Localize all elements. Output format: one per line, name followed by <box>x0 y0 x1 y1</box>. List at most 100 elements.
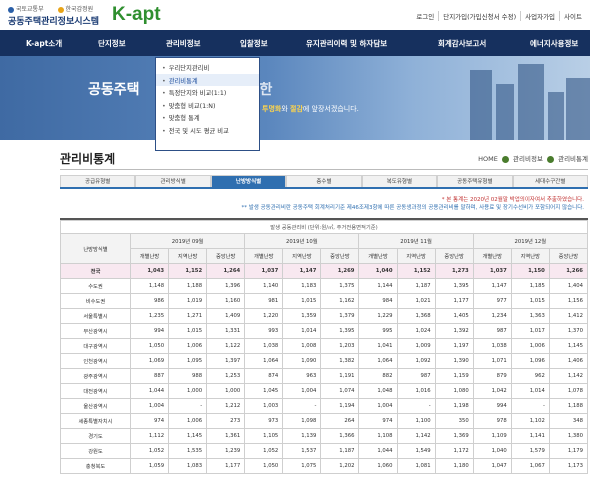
region-cell: 서울특별시 <box>60 308 131 324</box>
value-cell: 1,044 <box>358 443 398 459</box>
breadcrumb-arrow-icon <box>547 155 555 163</box>
value-cell: 1,083 <box>168 458 208 474</box>
nav-kapt-intro[interactable]: K-apt소개 <box>26 38 62 49</box>
value-cell: 1,404 <box>548 278 588 294</box>
value-cell: 1,015 <box>168 323 208 339</box>
tab-mgmt-method[interactable]: 관리방식별 <box>135 175 211 187</box>
nav-maintenance[interactable]: 유지관리이력 및 하자담보 <box>306 38 387 49</box>
tab-household-range[interactable]: 세대수구간별 <box>512 175 588 187</box>
value-cell: 1,052 <box>129 443 170 459</box>
tab-floors[interactable]: 층수별 <box>286 175 362 187</box>
value-cell: 978 <box>472 413 512 429</box>
breadcrumb-mgmt-fee[interactable]: 관리비정보 <box>513 155 543 163</box>
stats-table: 발생 공동관리비 (단위:원/㎡, 주거전용면적기준) 난방방식별 2019년 … <box>60 220 588 474</box>
value-cell: 1,156 <box>548 293 588 309</box>
value-cell: 1,019 <box>168 293 208 309</box>
nav-mgmt-fee[interactable]: 관리비정보 <box>166 38 201 49</box>
value-cell: 1,139 <box>282 428 322 444</box>
value-cell: 1,396 <box>206 278 246 294</box>
value-cell: 1,395 <box>320 323 360 339</box>
month-header: 2019년 12월 <box>472 233 588 249</box>
value-cell: 1,075 <box>282 458 322 474</box>
mgmt-fee-submenu: 우리단지관리비 관리비통계 특정단지와 비교(1:1) 맞춤형 비교(1:N) … <box>155 57 260 151</box>
value-cell: 1,006 <box>168 338 208 354</box>
value-cell: 1,363 <box>510 308 550 324</box>
region-cell: 수도권 <box>60 278 131 294</box>
value-cell: 1,040 <box>358 263 398 279</box>
region-cell: 울산광역시 <box>60 398 131 414</box>
value-cell: 1,229 <box>358 308 398 324</box>
value-cell: 1,003 <box>244 398 284 414</box>
value-cell: 1,043 <box>129 263 170 279</box>
value-cell: 994 <box>129 323 170 339</box>
value-cell: 1,406 <box>548 353 588 369</box>
building-graphic <box>518 64 544 140</box>
value-cell: 1,369 <box>434 428 474 444</box>
business-join-link[interactable]: 사업자가입 <box>520 11 559 21</box>
table-row: 비수도권 986 1,019 1,160 981 1,015 1,162 984 1,021 1,… <box>60 293 588 309</box>
value-cell: 1,202 <box>320 458 360 474</box>
brand-logo[interactable]: K-apt <box>112 4 161 26</box>
value-cell: 1,183 <box>282 278 322 294</box>
value-cell: 1,081 <box>396 458 436 474</box>
login-link[interactable]: 로그인 <box>412 11 438 21</box>
tab-heating-method[interactable]: 난방방식별 <box>210 175 287 187</box>
nav-complex-info[interactable]: 단지정보 <box>98 38 126 49</box>
value-cell: 1,048 <box>358 383 398 399</box>
value-cell: 1,150 <box>510 263 550 279</box>
value-cell: 1,380 <box>548 428 588 444</box>
heating-type-header: 중앙난방 <box>206 248 246 264</box>
value-cell: 1,273 <box>434 263 474 279</box>
region-cell: 인천광역시 <box>60 353 131 369</box>
org-logos[interactable]: 국토교통부 한국감정원 <box>8 4 105 13</box>
value-cell: 1,390 <box>434 353 474 369</box>
value-cell: 879 <box>472 368 512 384</box>
nav-energy[interactable]: 에너지사용정보 <box>530 38 578 49</box>
heating-type-header: 지역난방 <box>168 248 208 264</box>
building-graphic <box>496 84 514 140</box>
value-cell: 874 <box>244 368 284 384</box>
breadcrumb-home[interactable]: HOME <box>478 155 498 163</box>
submenu-fee-statistics[interactable]: 관리비통계 <box>156 73 259 86</box>
tab-corridor-type[interactable]: 복도유형별 <box>361 175 438 187</box>
value-cell: 1,015 <box>282 293 322 309</box>
value-cell: 1,006 <box>510 338 550 354</box>
value-cell: 1,108 <box>358 428 398 444</box>
value-cell: 1,038 <box>472 338 512 354</box>
value-cell: 1,188 <box>548 398 588 414</box>
table-row: 서울특별시 1,235 1,271 1,409 1,220 1,359 1,379 1,229… <box>60 308 588 324</box>
tab-supply-type[interactable]: 공급유형별 <box>60 175 136 187</box>
value-cell: 1,100 <box>396 413 436 429</box>
breadcrumb-fee-stats[interactable]: 관리비통계 <box>558 155 588 163</box>
value-cell: 1,071 <box>472 353 512 369</box>
value-cell: 1,064 <box>358 353 398 369</box>
value-cell: 1,145 <box>548 338 588 354</box>
nav-bid-info[interactable]: 입찰정보 <box>240 38 268 49</box>
value-cell: 1,366 <box>320 428 360 444</box>
value-cell: 981 <box>244 293 284 309</box>
nav-audit-report[interactable]: 회계감사보고서 <box>438 38 486 49</box>
value-cell: 1,037 <box>472 263 512 279</box>
value-cell: 963 <box>282 368 322 384</box>
value-cell: 1,177 <box>434 293 474 309</box>
submenu-my-complex-fee[interactable]: 우리단지관리비 <box>156 61 259 74</box>
table-row: 대구광역시 1,050 1,006 1,122 1,038 1,008 1,203 1,041… <box>60 338 588 354</box>
region-cell: 경기도 <box>60 428 131 444</box>
value-cell: 1,212 <box>206 398 246 414</box>
table-row: 울산광역시 1,004-1,212 1,003-1,194 1,004-1,198 99… <box>60 398 588 414</box>
tab-housing-type[interactable]: 공동주택유형별 <box>437 175 513 187</box>
system-name[interactable]: 공동주택관리정보시스템 <box>8 14 99 27</box>
submenu-custom-stats[interactable]: 맞춤형 통계 <box>156 111 259 124</box>
sitemap-link[interactable]: 사이트 <box>559 11 586 21</box>
submenu-compare-1to1[interactable]: 특정단지와 비교(1:1) <box>156 86 259 99</box>
submenu-compare-1toN[interactable]: 맞춤형 비교(1:N) <box>156 99 259 112</box>
value-cell: 984 <box>358 293 398 309</box>
value-cell: 1,000 <box>168 383 208 399</box>
value-cell: 1,008 <box>282 338 322 354</box>
value-cell: 1,152 <box>396 263 436 279</box>
value-cell: 1,177 <box>206 458 246 474</box>
building-graphic <box>470 70 492 140</box>
value-cell: 1,050 <box>129 338 170 354</box>
complex-join-link[interactable]: 단지가입(가입신청서 수정) <box>438 11 520 21</box>
submenu-national-avg[interactable]: 전국 및 시도 평균 비교 <box>156 124 259 137</box>
